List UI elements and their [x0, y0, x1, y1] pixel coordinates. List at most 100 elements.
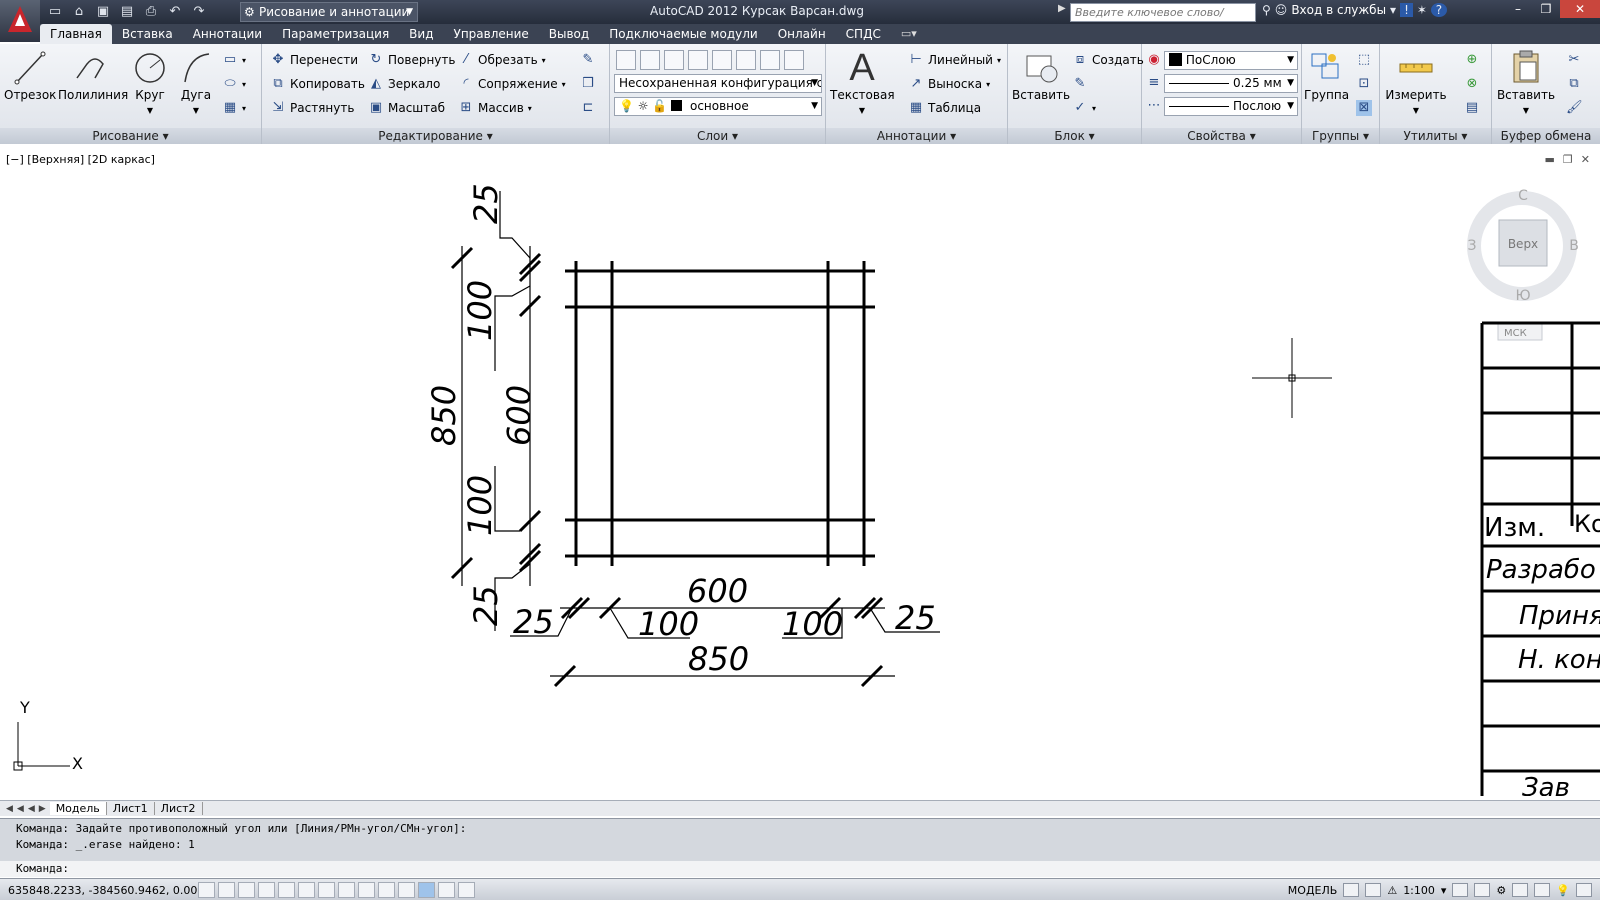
layer-match-icon[interactable]: [760, 50, 780, 70]
clean-screen-icon[interactable]: [1576, 883, 1592, 897]
exchange-icon[interactable]: !: [1400, 3, 1413, 17]
command-input[interactable]: Команда:: [0, 861, 1600, 877]
search-expand-icon[interactable]: ▶: [1058, 3, 1066, 14]
rectangle-tool[interactable]: ▭ ▾: [222, 52, 246, 68]
fillet-tool[interactable]: ◜ Сопряжение ▾: [458, 76, 565, 92]
drawing-canvas[interactable]: 25 100 850 600 100 25 600 25 100 100 25 …: [0, 146, 1600, 796]
workspace-select[interactable]: ⚙ Рисование и аннотации ▼: [240, 2, 418, 22]
group-select-tool[interactable]: ⊠: [1356, 100, 1372, 116]
tab-model[interactable]: Модель: [49, 802, 107, 815]
linetype-select[interactable]: Послою ▼: [1164, 97, 1298, 116]
minimize-icon[interactable]: –: [1504, 0, 1532, 18]
clipboard-panel-title[interactable]: Буфер обмена: [1492, 128, 1600, 144]
application-menu-button[interactable]: [0, 0, 40, 42]
edit-block-tool[interactable]: ✎: [1072, 76, 1088, 92]
draw-panel-title[interactable]: Рисование ▾: [0, 128, 261, 144]
layout-nav-arrows[interactable]: ◀◀◀▶: [0, 804, 50, 814]
annotation-panel-title[interactable]: Аннотации ▾: [826, 128, 1007, 144]
tab-online[interactable]: Онлайн: [768, 24, 836, 44]
rotate-tool[interactable]: ↻ Повернуть: [368, 52, 456, 68]
tab-parametric[interactable]: Параметризация: [272, 24, 399, 44]
user-icon[interactable]: ☺: [1275, 3, 1288, 17]
paste-tool[interactable]: Вставить ▼: [1494, 48, 1558, 116]
select-all-tool[interactable]: ⊗: [1464, 76, 1480, 92]
tab-home[interactable]: Главная: [40, 24, 112, 44]
tab-sheet1[interactable]: Лист1: [107, 802, 155, 815]
save-as-icon[interactable]: ▤: [116, 3, 138, 21]
line-tool[interactable]: Отрезок: [4, 48, 56, 102]
close-icon[interactable]: ✕: [1581, 153, 1590, 166]
polar-icon[interactable]: [278, 882, 295, 898]
offset-tool[interactable]: ⊏: [580, 100, 596, 116]
minimize-icon[interactable]: ▬: [1545, 153, 1555, 166]
viewcube[interactable]: Верх С Ю З В МСК: [1467, 188, 1579, 341]
calculator-tool[interactable]: ▤: [1464, 100, 1480, 116]
layer-off-icon[interactable]: [664, 50, 684, 70]
selection-cycling-icon[interactable]: [458, 882, 475, 898]
layer-previous-icon[interactable]: [784, 50, 804, 70]
match-prop-tool[interactable]: 🖌: [1566, 100, 1583, 116]
viewport-controls-label[interactable]: [−] [Верхняя] [2D каркас]: [6, 153, 155, 166]
tab-plugins[interactable]: Подключаемые модули: [599, 24, 768, 44]
polyline-tool[interactable]: Полилиния: [58, 48, 128, 102]
layer-isolate-icon[interactable]: [688, 50, 708, 70]
copy-tool[interactable]: ⧉ Копировать: [270, 76, 365, 92]
tab-output[interactable]: Вывод: [539, 24, 599, 44]
layer-state-select[interactable]: Несохраненная конфигурация сло ▼: [614, 74, 822, 93]
quick-view-drawings-icon[interactable]: [1365, 883, 1382, 897]
layer-freeze-icon[interactable]: [712, 50, 732, 70]
coordinates-readout[interactable]: 635848.2233, -384560.9462, 0.0000: [8, 884, 211, 897]
isolate-objects-icon[interactable]: 💡: [1556, 884, 1570, 897]
group-tool[interactable]: Группа: [1304, 48, 1349, 102]
compass-west[interactable]: З: [1468, 238, 1477, 254]
help-icon[interactable]: ?: [1430, 3, 1447, 17]
color-select[interactable]: ПоСлою ▼: [1164, 51, 1298, 70]
lock-ui-icon[interactable]: [1512, 883, 1529, 897]
transparency-icon[interactable]: [418, 882, 435, 898]
ducs-icon[interactable]: [358, 882, 375, 898]
block-panel-title[interactable]: Блок ▾: [1008, 128, 1141, 144]
leader-tool[interactable]: ↗ Выноска ▾: [908, 76, 991, 92]
undo-icon[interactable]: ↶: [164, 3, 186, 21]
tab-annotate[interactable]: Аннотации: [183, 24, 272, 44]
attribute-tool[interactable]: ✓ ▾: [1072, 100, 1096, 116]
3d-osnap-icon[interactable]: [318, 882, 335, 898]
layer-lock-icon[interactable]: [736, 50, 756, 70]
compass-south[interactable]: Ю: [1515, 288, 1530, 304]
tab-view[interactable]: Вид: [399, 24, 443, 44]
circle-tool[interactable]: Круг ▼: [124, 48, 176, 116]
save-icon[interactable]: ▣: [92, 3, 114, 21]
hardware-acceleration-icon[interactable]: [1534, 883, 1551, 897]
array-tool[interactable]: ⊞ Массив ▾: [458, 100, 532, 116]
copy-clip-tool[interactable]: ⧉: [1566, 76, 1582, 92]
search-input[interactable]: Введите ключевое слово/фразу: [1070, 3, 1256, 36]
maximize-icon[interactable]: ❐: [1532, 0, 1560, 18]
infer-constraints-icon[interactable]: [198, 882, 215, 898]
annotation-scale-value[interactable]: 1:100: [1403, 884, 1435, 897]
osnap-icon[interactable]: [298, 882, 315, 898]
groups-panel-title[interactable]: Группы ▾: [1302, 128, 1379, 144]
close-icon[interactable]: ✕: [1560, 0, 1600, 18]
group-edit-tool[interactable]: ⊡: [1356, 76, 1372, 92]
signin-link[interactable]: Вход в службы: [1291, 3, 1386, 17]
tab-manage[interactable]: Управление: [444, 24, 539, 44]
stretch-tool[interactable]: ⇲ Растянуть: [270, 100, 355, 116]
move-tool[interactable]: ✥ Перенести: [270, 52, 358, 68]
ortho-icon[interactable]: [258, 882, 275, 898]
grid-icon[interactable]: [238, 882, 255, 898]
annotation-visibility-icon[interactable]: [1452, 883, 1469, 897]
arc-tool[interactable]: Дуга ▼: [170, 48, 222, 116]
compass-north[interactable]: С: [1518, 188, 1528, 204]
trim-tool[interactable]: ⁄ Обрезать ▾: [458, 52, 546, 68]
chevron-down-icon[interactable]: ▾: [1441, 884, 1447, 897]
layers-panel-title[interactable]: Слои ▾: [610, 128, 825, 144]
scale-tool[interactable]: ▣ Масштаб: [368, 100, 445, 116]
workspace-switch-icon[interactable]: ⚙: [1496, 884, 1506, 897]
open-icon[interactable]: ⌂: [68, 3, 90, 21]
auto-scale-icon[interactable]: [1474, 883, 1491, 897]
compass-east[interactable]: В: [1569, 238, 1579, 254]
measure-tool[interactable]: Измерить ▼: [1384, 48, 1448, 116]
ungroup-tool[interactable]: ⬚: [1356, 52, 1372, 68]
cut-tool[interactable]: ✂: [1566, 52, 1582, 68]
snap-icon[interactable]: [218, 882, 235, 898]
